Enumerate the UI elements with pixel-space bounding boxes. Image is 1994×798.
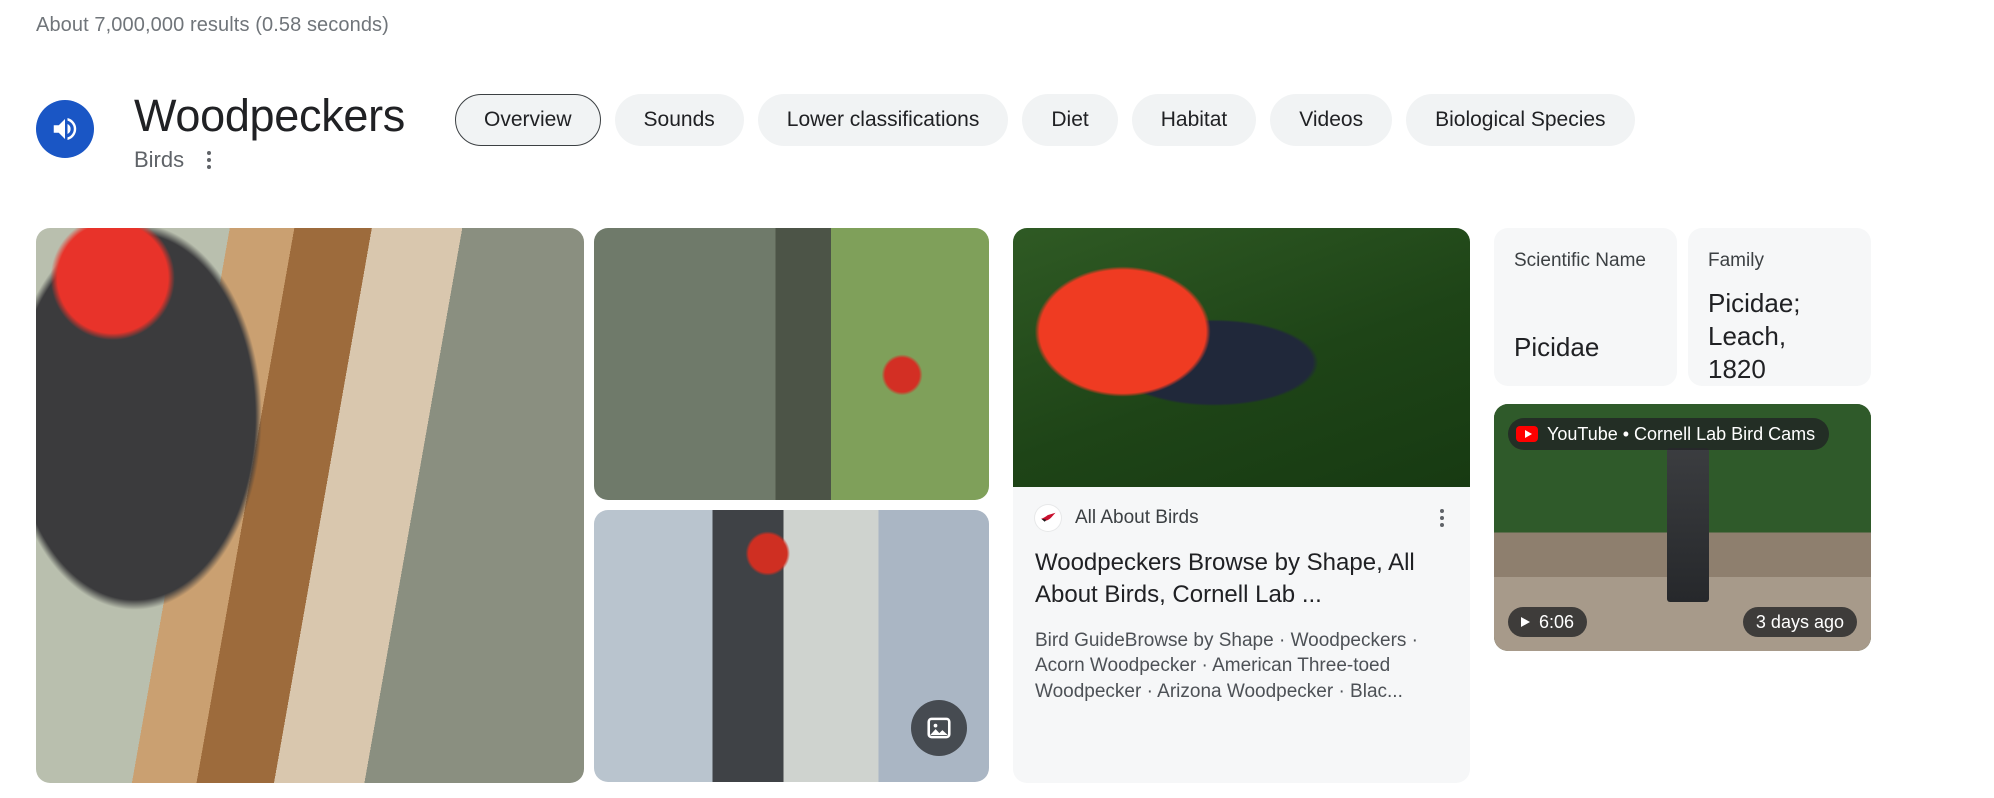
gallery-image-secondary[interactable]	[594, 228, 989, 500]
tab-lower-classifications[interactable]: Lower classifications	[757, 94, 1009, 146]
youtube-icon	[1516, 426, 1538, 442]
subtitle-row: Birds	[134, 147, 405, 173]
image-gallery	[36, 228, 989, 783]
fact-label: Family	[1708, 250, 1764, 271]
fact-card-scientific-name[interactable]: Scientific Name Picidae	[1494, 228, 1677, 386]
play-icon	[1521, 617, 1530, 627]
tab-diet[interactable]: Diet	[1022, 94, 1118, 146]
video-source-badge: YouTube • Cornell Lab Bird Cams	[1508, 418, 1830, 450]
more-vertical-icon[interactable]	[204, 148, 214, 172]
video-published-badge: 3 days ago	[1742, 607, 1857, 637]
fact-label: Scientific Name	[1514, 250, 1646, 271]
video-duration-label: 6:06	[1539, 611, 1575, 632]
result-body: All About Birds Woodpeckers Browse by Sh…	[1013, 487, 1470, 704]
tab-habitat[interactable]: Habitat	[1131, 94, 1257, 146]
result-thumbnail	[1013, 228, 1470, 487]
title-block: Woodpeckers Birds	[134, 92, 405, 173]
knowledge-panel-header: Woodpeckers Birds	[36, 92, 405, 173]
fact-value: Picidae	[1514, 331, 1600, 362]
speaker-icon[interactable]	[36, 100, 94, 158]
tab-biological-species[interactable]: Biological Species	[1406, 94, 1635, 146]
search-results-page: About 7,000,000 results (0.58 seconds) W…	[0, 0, 1994, 798]
knowledge-panel-tabs: Overview Sounds Lower classifications Di…	[455, 94, 1635, 146]
result-source-row: All About Birds	[1035, 505, 1448, 531]
results-count: About 7,000,000 results (0.58 seconds)	[36, 14, 389, 36]
image-gallery-icon[interactable]	[911, 700, 967, 756]
video-duration-badge: 6:06	[1508, 607, 1588, 637]
video-result-card[interactable]: YouTube • Cornell Lab Bird Cams 6:06 3 d…	[1494, 404, 1871, 651]
gallery-image-tertiary[interactable]	[594, 510, 989, 782]
result-source-name: All About Birds	[1075, 507, 1199, 528]
result-snippet: Bird GuideBrowse by Shape · Woodpeckers …	[1035, 630, 1418, 702]
fact-cards: Scientific Name Picidae Family Picidae; …	[1494, 228, 1871, 386]
tab-sounds[interactable]: Sounds	[614, 94, 744, 146]
tab-overview[interactable]: Overview	[455, 94, 601, 146]
fact-value: Picidae; Leach, 1820	[1708, 287, 1801, 385]
gallery-image-primary[interactable]	[36, 228, 584, 783]
more-vertical-icon[interactable]	[1436, 505, 1448, 531]
entity-category-label: Birds	[134, 147, 185, 173]
gallery-image-stack	[594, 228, 989, 783]
tab-videos[interactable]: Videos	[1270, 94, 1393, 146]
page-title: Woodpeckers	[134, 90, 406, 141]
fact-card-family[interactable]: Family Picidae; Leach, 1820	[1688, 228, 1871, 386]
video-source-label: YouTube • Cornell Lab Bird Cams	[1547, 423, 1816, 444]
web-result-card[interactable]: All About Birds Woodpeckers Browse by Sh…	[1013, 228, 1470, 783]
result-title[interactable]: Woodpeckers Browse by Shape, All About B…	[1035, 547, 1448, 610]
bird-favicon	[1035, 505, 1061, 531]
